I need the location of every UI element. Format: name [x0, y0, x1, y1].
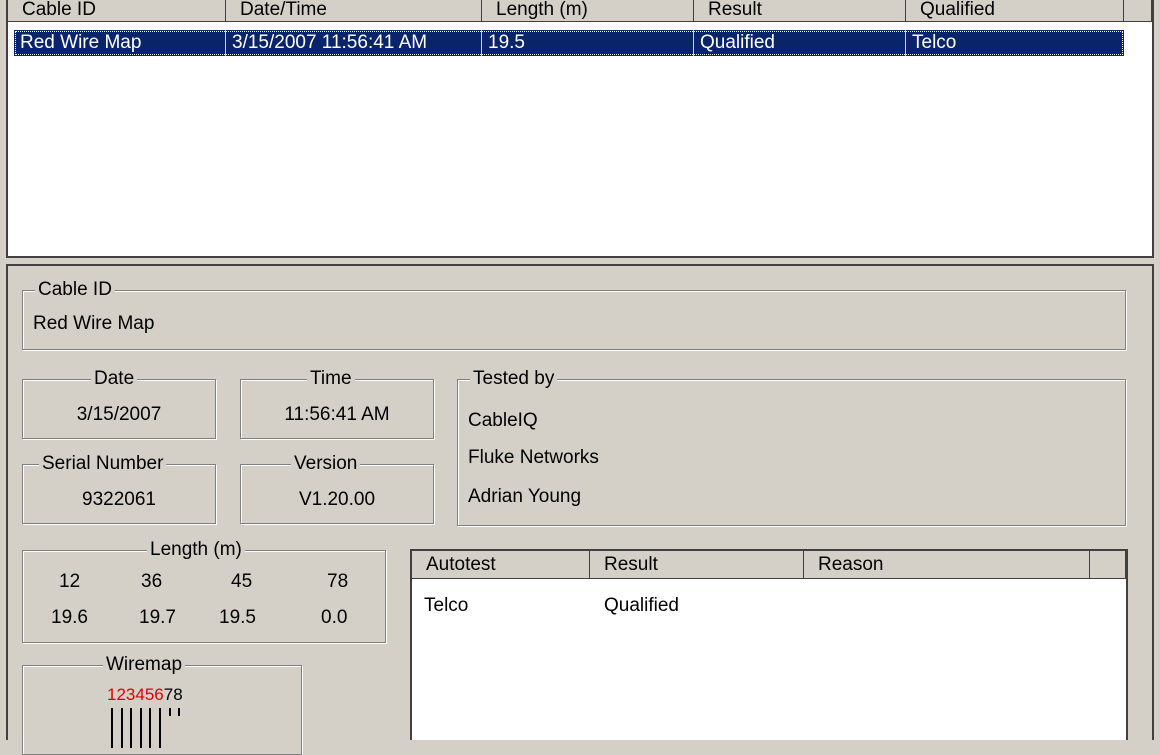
column-header-autotest-result[interactable]: Result: [590, 551, 804, 579]
length-pair-value: 0.0: [321, 607, 348, 628]
column-header-filler: [1124, 0, 1152, 22]
column-header-length[interactable]: Length (m): [482, 0, 694, 22]
wiremap-wire: [149, 708, 152, 748]
cell-autotest: Telco: [424, 595, 469, 616]
length-group: Length (m) 12 36 45 78 19.6 19.7 19.5 0.…: [22, 539, 386, 643]
length-pair-value: 19.5: [219, 607, 256, 628]
tested-by-operator: Adrian Young: [468, 486, 582, 507]
date-label: Date: [91, 368, 138, 390]
tested-by-device: CableIQ: [468, 410, 538, 431]
length-pair-value: 19.7: [139, 607, 176, 628]
column-header-date-time[interactable]: Date/Time: [226, 0, 482, 22]
autotest-list[interactable]: Autotest Result Reason Telco Qualified: [410, 549, 1128, 740]
length-pair-label: 36: [141, 571, 163, 592]
version-value: V1.20.00: [298, 489, 376, 510]
column-header-cable-id[interactable]: Cable ID: [8, 0, 226, 22]
wiremap-wire: [159, 708, 161, 748]
wiremap-wire: [139, 708, 142, 748]
wiremap-pin-numbers: 12345678: [107, 684, 183, 706]
time-group: Time 11:56:41 AM: [240, 368, 434, 439]
length-pair-label: 12: [59, 571, 81, 592]
wiremap-wire: [130, 708, 133, 748]
column-header-autotest[interactable]: Autotest: [412, 551, 590, 579]
length-label: Length (m): [147, 539, 245, 561]
cell-cable-id: Red Wire Map: [14, 30, 226, 56]
cell-qualified: Telco: [912, 32, 957, 53]
table-row[interactable]: Telco Qualified: [412, 595, 1126, 621]
length-pair-label: 78: [327, 571, 349, 592]
wiremap-wire: [120, 708, 123, 748]
column-header-result[interactable]: Result: [694, 0, 906, 22]
column-header-qualified[interactable]: Qualified: [906, 0, 1124, 22]
length-pair-label: 45: [231, 571, 253, 592]
cable-id-label: Cable ID: [35, 279, 115, 301]
column-header-reason[interactable]: Reason: [804, 551, 1090, 579]
cable-id-value: Red Wire Map: [33, 313, 155, 334]
cell-date-time: 3/15/2007 11:56:41 AM: [226, 30, 482, 56]
wiremap-open-wire: [178, 708, 181, 716]
length-pair-value: 19.6: [51, 607, 88, 628]
wiremap-open-wire: [168, 708, 171, 716]
table-row[interactable]: Red Wire Map 3/15/2007 11:56:41 AM 19.5 …: [14, 30, 1124, 56]
tested-by-group: Tested by CableIQ Fluke Networks Adrian …: [457, 368, 1126, 526]
results-list[interactable]: Cable ID Date/Time Length (m) Result Qua…: [6, 0, 1154, 258]
date-group: Date 3/15/2007: [22, 368, 216, 439]
serial-number-value: 9322061: [82, 489, 156, 510]
wiremap-group: Wiremap 12345678: [22, 654, 302, 755]
time-label: Time: [307, 368, 355, 390]
tested-by-company: Fluke Networks: [468, 447, 599, 468]
wiremap-pins-connected: 123456: [107, 685, 164, 704]
wiremap-pins-open: 78: [163, 685, 183, 704]
wiremap-wire: [111, 708, 113, 748]
serial-number-label: Serial Number: [39, 453, 167, 475]
date-value: 3/15/2007: [76, 404, 162, 425]
version-label: Version: [291, 453, 361, 475]
column-header-filler: [1090, 551, 1126, 579]
time-value: 11:56:41 AM: [284, 404, 390, 425]
serial-number-group: Serial Number 9322061: [22, 453, 216, 524]
tested-by-label: Tested by: [470, 368, 558, 390]
version-group: Version V1.20.00: [240, 453, 434, 524]
wiremap-label: Wiremap: [103, 654, 186, 676]
cable-id-group: Cable ID Red Wire Map: [22, 279, 1126, 350]
cell-result: Qualified: [694, 30, 906, 56]
cell-length: 19.5: [482, 30, 694, 56]
cell-autotest-result: Qualified: [604, 595, 679, 616]
